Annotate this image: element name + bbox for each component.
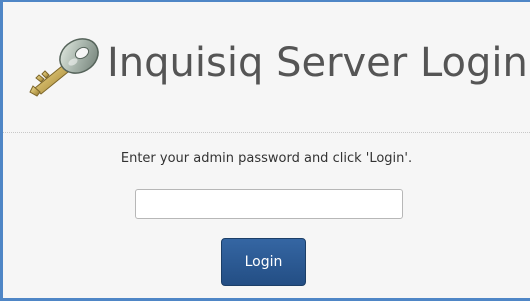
login-header: Inquisiq Server Login (3, 2, 530, 133)
password-input[interactable] (135, 189, 403, 219)
login-button[interactable]: Login (221, 238, 306, 286)
instruction-text: Enter your admin password and click 'Log… (120, 151, 413, 166)
login-panel: Inquisiq Server Login Enter your admin p… (0, 0, 530, 301)
page-title: Inquisiq Server Login (107, 40, 528, 86)
key-icon (29, 38, 99, 97)
